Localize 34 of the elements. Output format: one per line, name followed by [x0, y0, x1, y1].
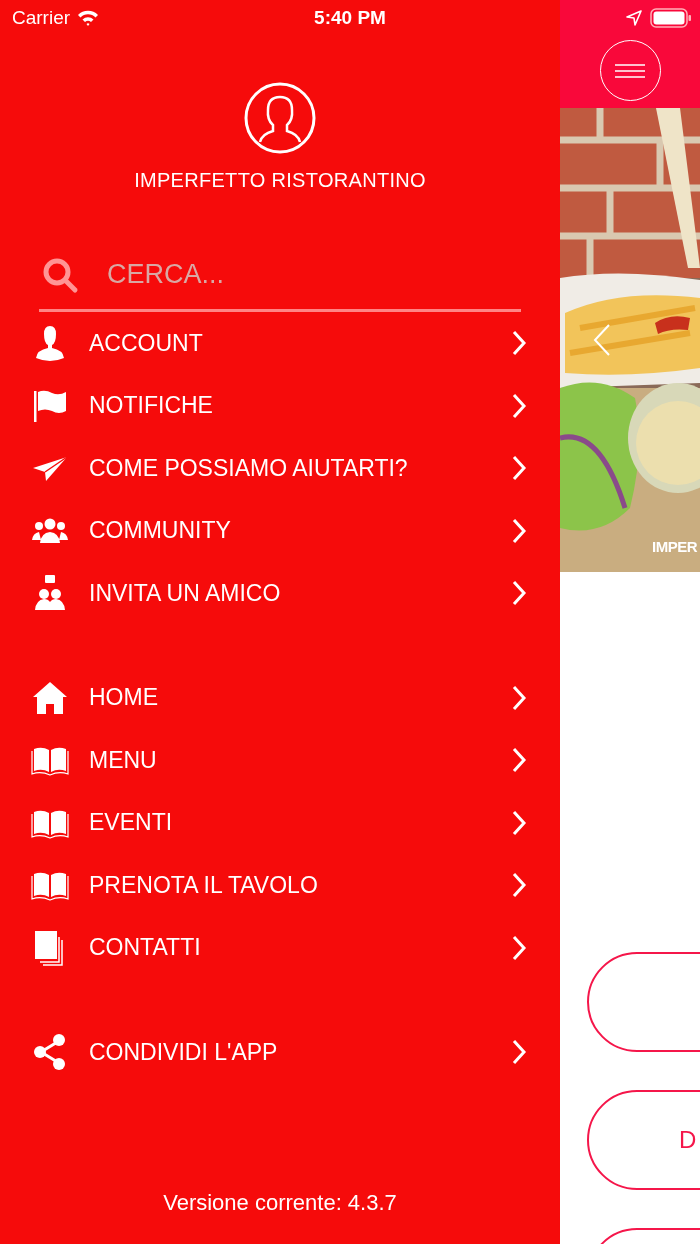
avatar-icon: [244, 82, 316, 154]
menu-item[interactable]: PRENOTA IL TAVOLO: [0, 854, 560, 917]
version-text: Versione corrente: 4.3.7: [163, 1190, 397, 1216]
restaurant-name: IMPERFETTO RISTORANTINO: [134, 169, 426, 192]
battery-icon: [650, 8, 692, 28]
chevron-icon: [511, 872, 527, 899]
location-icon: [626, 10, 642, 26]
menu-item[interactable]: COMMUNITY: [0, 499, 560, 562]
menu-item[interactable]: ACCOUNT: [0, 312, 560, 375]
chevron-icon: [511, 517, 527, 544]
carrier-name: Carrier: [12, 7, 71, 29]
chevron-icon: [511, 684, 527, 711]
menu-item[interactable]: EVENTI: [0, 791, 560, 854]
status-time: 5:40 PM: [313, 7, 387, 29]
menu-item[interactable]: MENU: [0, 729, 560, 792]
outline-button[interactable]: D: [587, 1090, 700, 1190]
menu-item[interactable]: NOTIFICHE: [0, 374, 560, 437]
search-field[interactable]: CERCA...: [105, 258, 489, 291]
menu-icon: [614, 63, 646, 78]
chevron-icon: [511, 1039, 527, 1066]
menu-item[interactable]: COME POSSIAMO AIUTARTI?: [0, 437, 560, 500]
wifi-icon: [76, 9, 101, 27]
chevron-icon: [511, 330, 527, 357]
menu-item[interactable]: CONDIVIDI L'APP: [0, 1021, 560, 1084]
chevron-icon: [511, 809, 527, 836]
menu-item[interactable]: INVITA UN AMICO: [0, 562, 560, 625]
menu-item[interactable]: HOME: [0, 666, 560, 729]
slide-caption: IMPER: [652, 538, 697, 555]
chevron-icon: [511, 747, 527, 774]
chevron-icon: [511, 455, 527, 482]
chevron-icon: [511, 580, 527, 607]
chevron-icon: [511, 392, 527, 419]
menu-item[interactable]: CONTATTI: [0, 916, 560, 979]
chevron-icon: [511, 934, 527, 961]
